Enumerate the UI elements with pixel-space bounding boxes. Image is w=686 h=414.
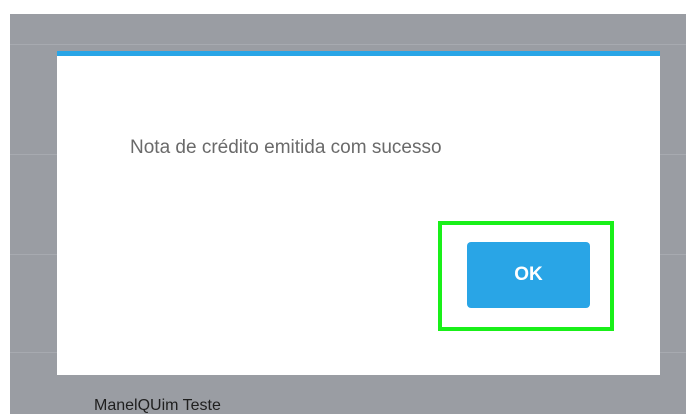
success-dialog: Nota de crédito emitida com sucesso OK <box>57 51 660 375</box>
ok-button[interactable]: OK <box>467 242 590 308</box>
dialog-message: Nota de crédito emitida com sucesso <box>130 137 442 158</box>
background-row-text: ManelQUim Teste <box>94 397 221 414</box>
background-divider <box>10 44 686 45</box>
screen: ManelQUim Teste Nota de crédito emitida … <box>0 0 686 414</box>
